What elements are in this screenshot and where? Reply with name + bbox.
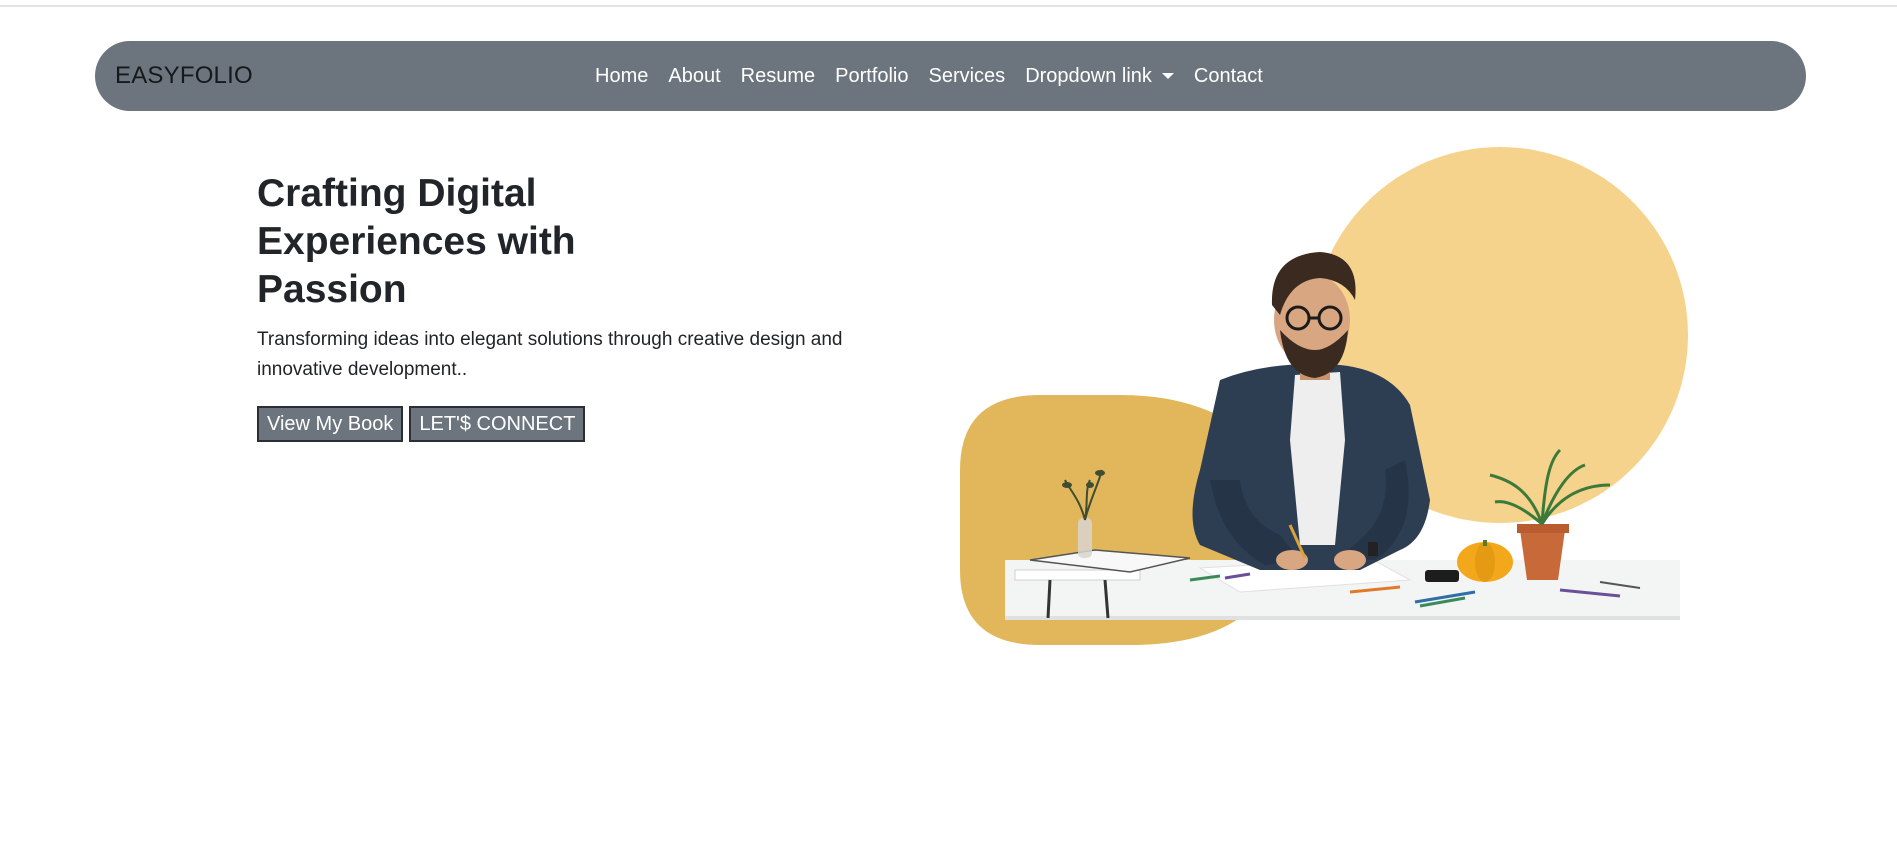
navbar: EASYFOLIO Home About Resume Portfolio Se… — [95, 41, 1806, 111]
hero-title: Crafting Digital Experiences with Passio… — [257, 172, 576, 311]
nav-link-label: Portfolio — [835, 64, 909, 87]
hero-buttons: View My Book LET'$ CONNECT — [257, 406, 591, 442]
view-my-book-button[interactable]: View My Book — [257, 406, 404, 442]
brand-logo[interactable]: EASYFOLIO — [115, 41, 253, 111]
nav-link-home[interactable]: Home — [595, 65, 648, 88]
nav-link-label: Home — [595, 64, 649, 87]
hero-subtitle: Transforming ideas into elegant solution… — [257, 329, 843, 380]
nav-link-label: Services — [928, 64, 1006, 87]
browser-top-divider — [0, 5, 1897, 7]
nav-link-label: Contact — [1193, 64, 1263, 87]
nav-link-about[interactable]: About — [668, 65, 720, 88]
lets-connect-button[interactable]: LET'$ CONNECT — [409, 406, 586, 442]
nav-link-label: Dropdown link — [1025, 64, 1152, 87]
nav-link-resume[interactable]: Resume — [741, 65, 815, 88]
nav-link-portfolio[interactable]: Portfolio — [835, 65, 908, 88]
nav-dropdown-toggle[interactable]: Dropdown link — [1025, 65, 1174, 88]
nav-link-label: Resume — [740, 64, 816, 87]
nav-link-contact[interactable]: Contact — [1194, 65, 1263, 88]
nav-links: Home About Resume Portfolio Services Dro… — [595, 41, 1283, 111]
hero-illustration — [960, 147, 1688, 645]
nav-link-label: About — [668, 64, 721, 87]
chevron-down-icon — [1161, 73, 1174, 79]
nav-link-services[interactable]: Services — [928, 65, 1005, 88]
